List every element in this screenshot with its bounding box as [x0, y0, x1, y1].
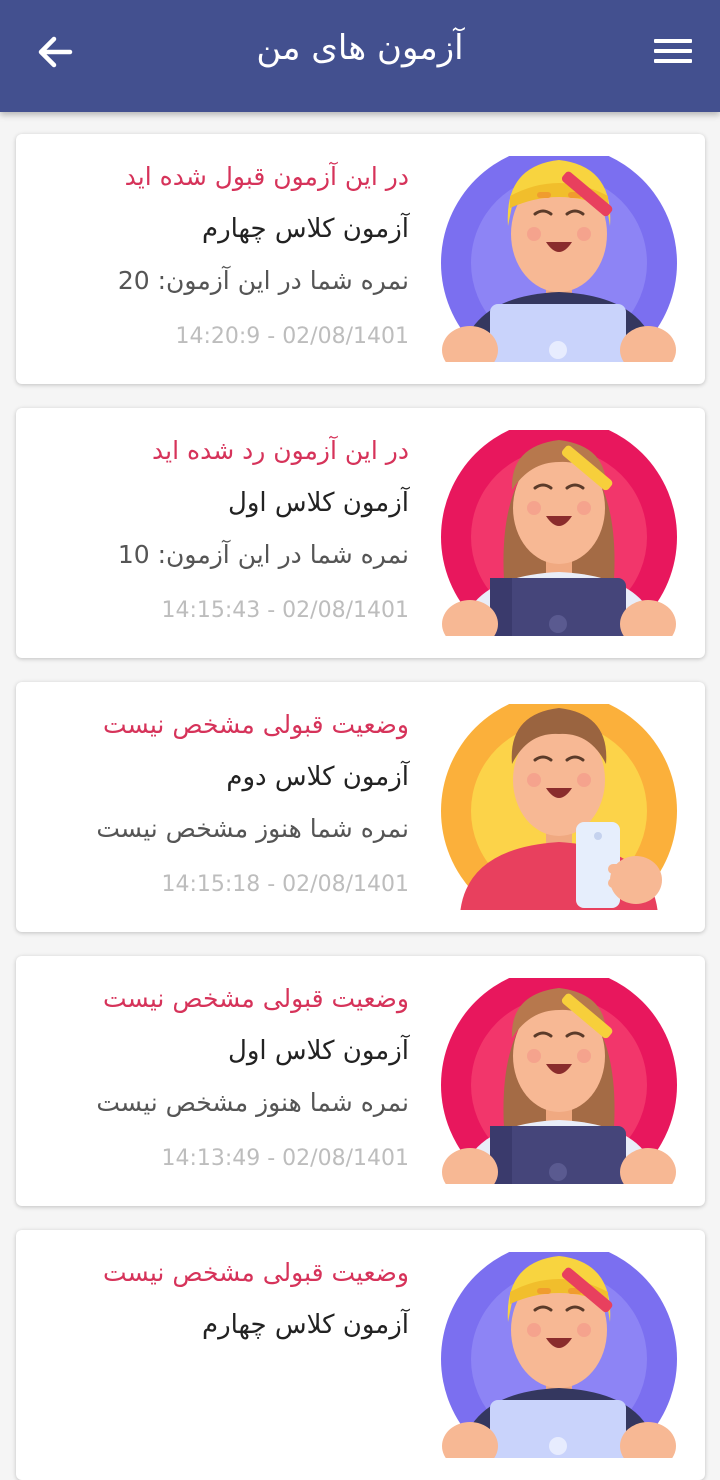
exam-date: 14:15:43 - 02/08/1401: [161, 598, 409, 623]
blonde-student-laptop-avatar: [440, 156, 678, 362]
page-title: آزمون های من: [256, 28, 464, 68]
exam-score: نمره شما هنوز مشخص نیست: [96, 1088, 409, 1117]
menu-button[interactable]: [646, 26, 698, 78]
exam-name: آزمون کلاس دوم: [226, 762, 409, 792]
exam-date: 14:20:9 - 02/08/1401: [175, 324, 409, 349]
hamburger-menu-icon: [654, 39, 692, 63]
exam-status: وضعیت قبولی مشخص نیست: [103, 1258, 409, 1287]
exam-date: 14:15:18 - 02/08/1401: [161, 872, 409, 897]
exam-card[interactable]: در این آزمون رد شده اید آزمون کلاس اول ن…: [16, 408, 705, 658]
exam-date: 14:13:49 - 02/08/1401: [161, 1146, 409, 1171]
exam-name: آزمون کلاس اول: [227, 1036, 409, 1066]
exam-score: نمره شما هنوز مشخص نیست: [96, 814, 409, 843]
exam-card[interactable]: وضعیت قبولی مشخص نیست آزمون کلاس دوم نمر…: [16, 682, 705, 932]
exam-status: وضعیت قبولی مشخص نیست: [103, 984, 409, 1013]
exam-status: در این آزمون رد شده اید: [152, 436, 409, 465]
exam-status: در این آزمون قبول شده اید: [124, 162, 409, 191]
exam-score: نمره شما در این آزمون: 10: [117, 540, 409, 569]
brunette-student-laptop-avatar: [440, 430, 678, 636]
exam-name: آزمون کلاس چهارم: [201, 214, 409, 244]
exam-card[interactable]: وضعیت قبولی مشخص نیست آزمون کلاس چهارم: [16, 1230, 705, 1480]
exam-status: وضعیت قبولی مشخص نیست: [103, 710, 409, 739]
exam-card[interactable]: وضعیت قبولی مشخص نیست آزمون کلاس اول نمر…: [16, 956, 705, 1206]
exam-score: نمره شما در این آزمون: 20: [117, 266, 409, 295]
blonde-student-laptop-avatar: [440, 1252, 678, 1458]
exam-card[interactable]: در این آزمون قبول شده اید آزمون کلاس چها…: [16, 134, 705, 384]
brunette-student-laptop-avatar: [440, 978, 678, 1184]
app-bar: آزمون های من: [0, 0, 720, 112]
student-phone-avatar: [440, 704, 678, 910]
exam-name: آزمون کلاس اول: [227, 488, 409, 518]
